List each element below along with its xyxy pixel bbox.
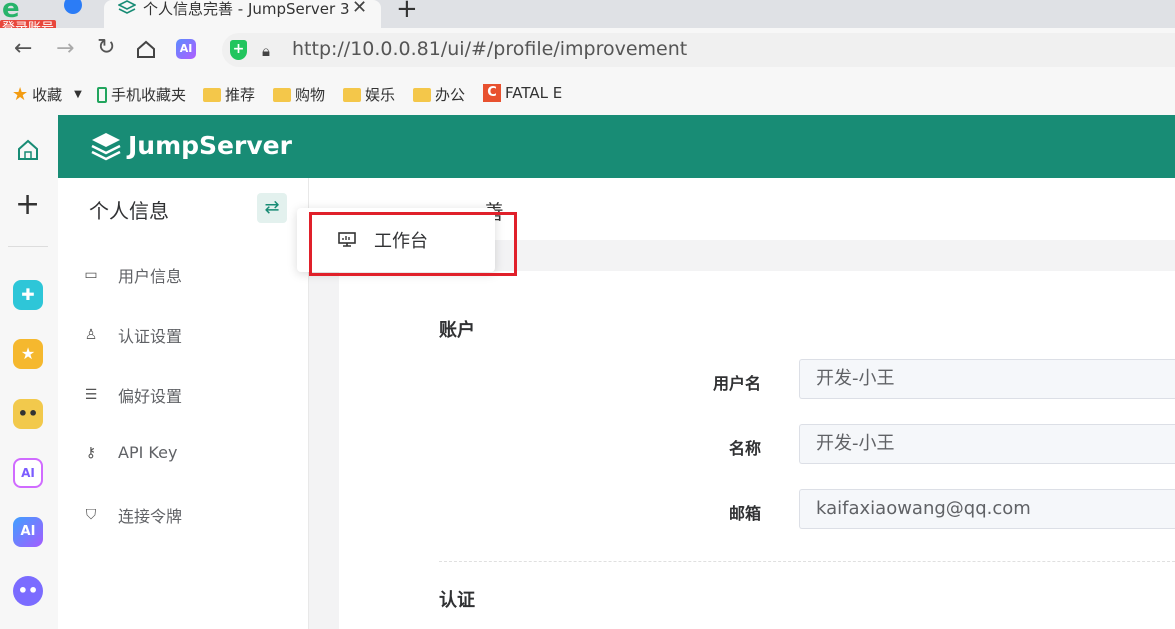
section-auth: 认证 xyxy=(439,590,475,611)
jumpserver-tab-icon xyxy=(118,0,136,14)
field-label-name: 名称 xyxy=(728,439,761,458)
folder-icon xyxy=(203,87,221,102)
bookmark-label: 收藏 xyxy=(32,86,63,104)
brand-name: JumpServer xyxy=(128,131,292,160)
ai-chat-icon[interactable]: AI xyxy=(13,517,43,547)
reload-icon[interactable]: ↻ xyxy=(97,35,115,60)
favorites-star-icon[interactable]: ★ xyxy=(13,339,43,369)
menu-item-label: API Key xyxy=(118,443,178,462)
menu-title: 个人信息 xyxy=(89,199,169,223)
bookmark-mobile[interactable]: 手机收藏夹 xyxy=(97,84,186,105)
bookmark-label: FATAL E xyxy=(505,84,563,102)
new-tab-button[interactable]: + xyxy=(396,0,418,24)
user-lock-icon: ♙ xyxy=(84,327,98,343)
username-field[interactable]: 开发-小王 xyxy=(799,359,1175,399)
tab-title: 个人信息完善 - JumpServer 3 xyxy=(143,0,350,18)
close-tab-icon[interactable]: ✕ xyxy=(352,0,367,18)
jumpserver-logo-icon xyxy=(91,133,121,161)
app-tencent-icon[interactable]: ✚ xyxy=(13,280,43,310)
back-icon[interactable]: ← xyxy=(14,36,32,61)
folder-icon xyxy=(413,87,431,102)
url-text[interactable]: http://10.0.0.81/ui/#/profile/improvemen… xyxy=(292,38,687,60)
assistant-bot-icon[interactable]: •• xyxy=(13,576,43,606)
menu-item-auth-settings[interactable]: ♙ 认证设置 xyxy=(82,323,182,347)
bookmark-label: 推荐 xyxy=(225,86,256,104)
highlight-box xyxy=(309,212,517,276)
bookmark-label: 娱乐 xyxy=(365,86,396,104)
ai-assistant-icon[interactable]: AI xyxy=(176,39,196,59)
chevron-down-icon[interactable]: ▼ xyxy=(74,89,82,100)
bookmark-fatal[interactable]: C FATAL E xyxy=(483,84,562,102)
menu-item-preferences[interactable]: ☰ 偏好设置 xyxy=(82,383,182,407)
menu-item-label: 连接令牌 xyxy=(118,507,183,526)
bookmark-office[interactable]: 办公 xyxy=(413,84,465,105)
forward-icon[interactable]: → xyxy=(56,36,74,61)
star-icon: ★ xyxy=(12,84,29,105)
shield-icon: ⛉ xyxy=(85,507,97,523)
sidebar-divider xyxy=(8,246,48,247)
add-icon[interactable]: + xyxy=(15,190,40,220)
section-divider xyxy=(439,561,1175,562)
email-field[interactable]: kaifaxiaowang@qq.com xyxy=(799,489,1175,529)
menu-item-label: 偏好设置 xyxy=(118,387,183,406)
menu-item-label: 用户信息 xyxy=(118,267,183,286)
bookmark-recommend[interactable]: 推荐 xyxy=(203,84,255,105)
section-account: 账户 xyxy=(439,320,475,341)
security-shield-icon[interactable]: + xyxy=(230,40,247,60)
menu-item-api-key[interactable]: ⚷ API Key xyxy=(82,443,178,462)
field-label-email: 邮箱 xyxy=(728,504,761,523)
menu-item-connection-token[interactable]: ⛉ 连接令牌 xyxy=(82,503,182,527)
home-icon[interactable] xyxy=(17,139,39,161)
switch-view-button[interactable]: ⇄ xyxy=(257,193,287,223)
bookmark-entertainment[interactable]: 娱乐 xyxy=(343,84,395,105)
bookmark-label: 购物 xyxy=(295,86,326,104)
field-label-username: 用户名 xyxy=(712,374,761,393)
bookmark-favorites[interactable]: ★ 收藏 ▼ xyxy=(12,84,82,105)
bookmark-shopping[interactable]: 购物 xyxy=(273,84,325,105)
menu-item-user-info[interactable]: ▭ 用户信息 xyxy=(82,263,182,287)
bookmark-label: 办公 xyxy=(435,86,466,104)
id-card-icon: ▭ xyxy=(84,267,98,283)
insecure-lock-icon[interactable]: 🔒︎ xyxy=(262,42,270,60)
key-icon: ⚷ xyxy=(85,444,97,461)
robot-app-icon[interactable]: •• xyxy=(13,399,43,429)
name-field[interactable]: 开发-小王 xyxy=(799,424,1175,464)
bookmark-label: 手机收藏夹 xyxy=(111,86,187,104)
c-icon: C xyxy=(483,84,501,102)
folder-icon xyxy=(343,87,361,102)
menu-item-label: 认证设置 xyxy=(118,327,183,346)
ai-app-icon[interactable]: AI xyxy=(13,458,43,488)
sliders-icon: ☰ xyxy=(84,387,98,403)
folder-icon xyxy=(273,87,291,102)
home-icon[interactable] xyxy=(136,40,156,59)
phone-icon xyxy=(97,86,107,103)
